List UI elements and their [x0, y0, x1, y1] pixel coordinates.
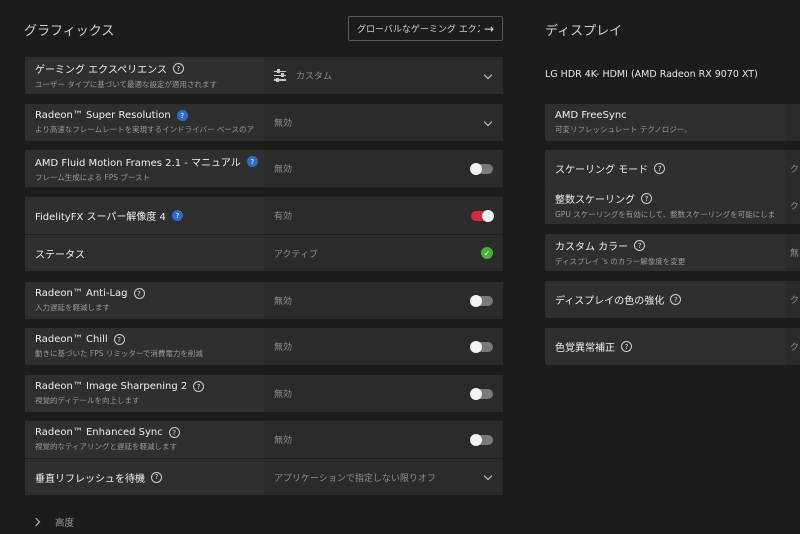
- color-enhance-title: ディスプレイの色の強化: [555, 296, 665, 307]
- antilag-toggle[interactable]: [470, 294, 493, 307]
- color-enhance-value[interactable]: ク: [785, 281, 800, 318]
- enhanced-sync-value: 無効: [274, 436, 293, 446]
- chevron-right-icon: [33, 518, 41, 526]
- gaming-experience-value: カスタム: [296, 72, 333, 82]
- chill-value: 無効: [274, 343, 293, 353]
- enhanced-sync-toggle[interactable]: [470, 433, 493, 446]
- color-deficiency-title: 色覚異常補正: [555, 343, 615, 354]
- help-icon[interactable]: ?: [634, 240, 646, 251]
- enhanced-sync-subtitle: 視覚的なティアリングと遅延を軽減します: [35, 442, 178, 451]
- advanced-expander[interactable]: 高度: [33, 515, 74, 529]
- antilag-value: 無効: [274, 297, 293, 307]
- color-deficiency-value[interactable]: ク: [785, 328, 800, 365]
- help-icon[interactable]: ?: [670, 294, 682, 305]
- freesync-title: AMD FreeSync: [555, 110, 627, 121]
- custom-color-card: カスタム カラー? ディスプレイ 's のカラー解像度を変更 無: [545, 234, 800, 271]
- vsync-value: アプリケーションで指定しない限りオフ: [274, 473, 436, 484]
- integer-scaling-title: 整数スケーリング: [555, 195, 635, 206]
- custom-color-value[interactable]: 無: [785, 234, 800, 271]
- gaming-experience-dropdown[interactable]: カスタム: [264, 57, 503, 94]
- scaling-mode-card: スケーリング モード? ク: [545, 150, 800, 187]
- freesync-card: AMD FreeSync 可変リフレッシュレート テクノロジー。: [545, 104, 800, 141]
- afmf-card: AMD Fluid Motion Frames 2.1 - マニュアル? フレー…: [25, 150, 503, 187]
- help-icon[interactable]: ?: [133, 288, 145, 299]
- color-deficiency-card: 色覚異常補正? ク: [545, 328, 800, 365]
- integer-scaling-value[interactable]: ク: [785, 187, 800, 224]
- fsr-card: FidelityFX スーパー解像度 4? 有効 ステータス アクティブ ✓: [25, 197, 503, 271]
- help-icon[interactable]: ?: [151, 471, 162, 483]
- display-section-title: ディスプレイ: [545, 24, 623, 39]
- sharpening-title: Radeon™ Image Sharpening 2: [35, 381, 188, 392]
- sharpening-subtitle: 視覚的ディテールを向上します: [35, 396, 140, 405]
- help-icon[interactable]: ?: [113, 334, 125, 345]
- help-icon[interactable]: ?: [641, 193, 652, 204]
- gaming-experience-card: ゲーミング エクスペリエンス? ユーザー タイプに基づいて最適な設定が適用されま…: [25, 57, 503, 94]
- help-icon[interactable]: ?: [168, 427, 180, 438]
- help-icon[interactable]: ?: [172, 63, 184, 74]
- fsr-status-label: ステータス: [35, 249, 85, 261]
- gaming-experience-title: ゲーミング エクスペリエンス: [35, 65, 167, 76]
- color-enhance-card: ディスプレイの色の強化? ク: [545, 281, 800, 318]
- sharpening-toggle[interactable]: [470, 387, 493, 400]
- freesync-subtitle: 可変リフレッシュレート テクノロジー。: [555, 125, 692, 134]
- advanced-label: 高度: [55, 518, 75, 529]
- rsr-dropdown[interactable]: 無効: [264, 104, 503, 141]
- sharpening-card: Radeon™ Image Sharpening 2? 視覚的ディテールを向上し…: [25, 375, 503, 412]
- help-icon[interactable]: ?: [621, 341, 632, 352]
- help-icon[interactable]: ?: [246, 156, 258, 167]
- rsr-title: Radeon™ Super Resolution: [35, 110, 171, 121]
- chill-subtitle: 動きに基づいた FPS リミッターで消費電力を削減: [35, 349, 203, 358]
- freesync-control[interactable]: [785, 104, 800, 141]
- rsr-subtitle: より高速なフレームレートを実現するインドライバー ベースのアップスケール...: [35, 125, 254, 134]
- vsync-dropdown[interactable]: アプリケーションで指定しない限りオフ: [264, 459, 503, 495]
- antilag-card: Radeon™ Anti-Lag? 入力遅延を軽減します 無効: [25, 282, 503, 319]
- scaling-mode-title: スケーリング モード: [555, 165, 649, 176]
- graphics-section-title: グラフィックス: [24, 24, 115, 39]
- vsync-title: 垂直リフレッシュを待機: [35, 473, 145, 485]
- gaming-experience-subtitle: ユーザー タイプに基づいて最適な設定が適用されます: [35, 80, 218, 89]
- rsr-value: 無効: [274, 119, 293, 129]
- antilag-subtitle: 入力遅延を軽減します: [35, 303, 110, 312]
- fsr-title: FidelityFX スーパー解像度 4: [35, 212, 166, 223]
- help-icon[interactable]: ?: [193, 381, 205, 392]
- integer-scaling-card: 整数スケーリング? GPU スケーリングを有効にして、整数スケーリングを可能にし…: [545, 187, 800, 224]
- afmf-value: 無効: [274, 165, 293, 175]
- chill-card: Radeon™ Chill? 動きに基づいた FPS リミッターで消費電力を削減…: [25, 328, 503, 365]
- help-icon[interactable]: ?: [176, 110, 188, 121]
- sharpening-value: 無効: [274, 390, 293, 400]
- chill-toggle[interactable]: [470, 340, 493, 353]
- sliders-icon: [274, 69, 286, 81]
- monitor-name: LG HDR 4K- HDMI (AMD Radeon RX 9070 XT): [545, 69, 758, 80]
- integer-scaling-subtitle: GPU スケーリングを有効にして、整数スケーリングを可能にします。: [555, 210, 775, 219]
- chill-title: Radeon™ Chill: [35, 334, 108, 345]
- afmf-toggle[interactable]: [470, 162, 493, 175]
- arrow-right-icon: →: [483, 21, 494, 36]
- help-icon[interactable]: ?: [654, 163, 666, 174]
- chevron-down-icon: [483, 71, 493, 81]
- fsr-status-value: アクティブ: [274, 249, 319, 260]
- global-gaming-experience-button[interactable]: グローバルなゲーミング エクスペ... →: [348, 16, 503, 41]
- chevron-down-icon: [483, 472, 493, 482]
- check-circle-icon: ✓: [481, 247, 493, 259]
- custom-color-subtitle: ディスプレイ 's のカラー解像度を変更: [555, 257, 686, 266]
- afmf-subtitle: フレーム生成による FPS ブースト: [35, 173, 151, 182]
- fsr-value: 有効: [274, 212, 293, 222]
- chevron-down-icon: [483, 118, 493, 128]
- enhanced-sync-card: Radeon™ Enhanced Sync? 視覚的なティアリングと遅延を軽減し…: [25, 421, 503, 495]
- scaling-mode-value[interactable]: ク: [785, 150, 800, 187]
- help-icon[interactable]: ?: [171, 210, 183, 221]
- afmf-title: AMD Fluid Motion Frames 2.1 - マニュアル: [35, 158, 241, 169]
- custom-color-title: カスタム カラー: [555, 242, 629, 253]
- enhanced-sync-title: Radeon™ Enhanced Sync: [35, 427, 163, 438]
- antilag-title: Radeon™ Anti-Lag: [35, 288, 128, 299]
- fsr-toggle[interactable]: [471, 209, 494, 222]
- global-gaming-experience-label: グローバルなゲーミング エクスペ...: [357, 25, 480, 35]
- rsr-card: Radeon™ Super Resolution? より高速なフレームレートを実…: [25, 104, 503, 141]
